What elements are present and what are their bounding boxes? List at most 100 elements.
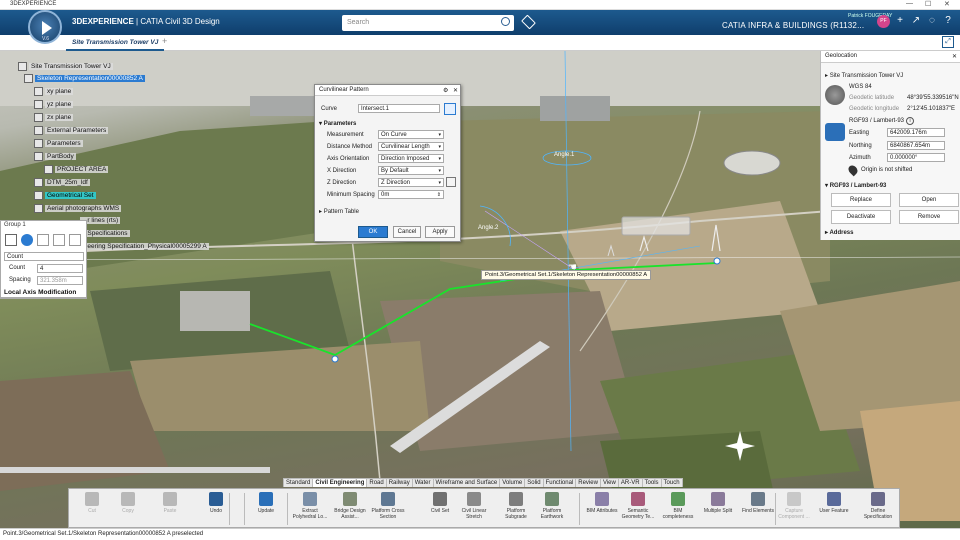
tree-root[interactable]: Site Transmission Tower VJ (18, 62, 113, 72)
tree-node-partbody[interactable]: PartBody (34, 152, 76, 162)
pause-icon[interactable] (21, 234, 33, 246)
help-icon[interactable]: ? (942, 15, 954, 27)
azimuth-input[interactable]: 0.000000° (887, 153, 945, 162)
tree-node-skeleton[interactable]: Skeleton Representation00000852 A (24, 74, 145, 84)
curve-selector-icon[interactable] (444, 103, 456, 115)
tree-node-geometrical-set[interactable]: Geometrical Set (34, 191, 96, 201)
apply-button[interactable]: Apply (425, 226, 455, 238)
tab-functional[interactable]: Functional (542, 478, 577, 487)
search-icon[interactable] (501, 17, 510, 26)
tree-node-project-area[interactable]: PROJECT AREA (44, 165, 109, 175)
close-icon[interactable]: ✕ (952, 53, 957, 60)
replace-button[interactable]: Replace (831, 193, 891, 207)
ok-button[interactable]: OK (358, 226, 388, 238)
tree-node-dtm[interactable]: DTM_25m_ldf (34, 178, 90, 188)
tree-node-external-parameters[interactable]: External Parameters (34, 126, 109, 136)
info-icon[interactable]: i (906, 117, 914, 125)
tab-standard[interactable]: Standard (283, 478, 314, 487)
tool-button-11[interactable]: Platform Earthwork (533, 492, 571, 520)
tool-button-12[interactable]: BIM Attributes (583, 492, 621, 514)
minimize-button[interactable]: — (906, 0, 913, 7)
pattern-icon[interactable] (53, 234, 65, 246)
tree-node-specifications[interactable]: ...Specifications (80, 229, 130, 239)
avatar[interactable]: PF (877, 15, 890, 28)
address-section[interactable]: ▸ Address (825, 229, 853, 236)
tool-button-3[interactable]: Undo (197, 492, 235, 514)
settings-icon[interactable]: ⚙ (443, 87, 448, 94)
3d-viewport[interactable]: Angle.1 Angle.2 ☚ (0, 51, 960, 528)
tab-road[interactable]: Road (366, 478, 387, 487)
tool-button-2[interactable]: Paste (151, 492, 189, 514)
close-icon[interactable]: ✕ (453, 87, 458, 94)
tool-button-6[interactable]: Bridge Design Assist... (331, 492, 369, 520)
plus-icon[interactable]: + (894, 15, 906, 27)
x-direction-select[interactable]: By Default ▾ (378, 166, 444, 175)
tool-button-13[interactable]: Semantic Geometry Te... (619, 492, 657, 520)
tool-button-18[interactable]: User Feature (815, 492, 853, 514)
maximize-button[interactable]: ☐ (925, 0, 931, 8)
tool-button-7[interactable]: Platform Cross Section (369, 492, 407, 520)
northing-input[interactable]: 6840867.654m (887, 141, 945, 150)
new-tab-button[interactable]: + (162, 36, 167, 46)
measurement-select[interactable]: On Curve ▾ (378, 130, 444, 139)
count-input[interactable]: 4 (37, 264, 83, 273)
tab-site-transmission-tower[interactable]: Site Transmission Tower VJ (66, 35, 165, 51)
tab-review[interactable]: Review (575, 478, 601, 487)
minimum-spacing-input[interactable]: 0m ⇕ (378, 190, 444, 199)
tab-wireframe-surface[interactable]: Wireframe and Surface (432, 478, 501, 487)
tab-solid[interactable]: Solid (524, 478, 544, 487)
remove-button[interactable]: Remove (899, 210, 959, 224)
tree-node-aerial-photographs[interactable]: Aerial photographs WMS (34, 204, 122, 214)
open-button[interactable]: Open (899, 193, 959, 207)
axis-orientation-select[interactable]: Direction Imposed ▾ (378, 154, 444, 163)
tab-civil-engineering[interactable]: Civil Engineering (312, 478, 368, 487)
tool-button-9[interactable]: Civil Linear Stretch (455, 492, 493, 520)
tool-button-4[interactable]: Update (247, 492, 285, 514)
tab-railway[interactable]: Railway (385, 478, 413, 487)
tool-button-16[interactable]: Find Elements (739, 492, 777, 514)
tree-node-xy-plane[interactable]: xy plane (34, 87, 74, 97)
fullscreen-icon[interactable]: ⤢ (942, 36, 954, 48)
crs-section[interactable]: ▾ RGF93 / Lambert-93 (825, 182, 886, 189)
tab-tools[interactable]: Tools (641, 478, 662, 487)
tab-water[interactable]: Water (411, 478, 434, 487)
axis-icon[interactable] (5, 234, 17, 246)
tool-button-15[interactable]: Multiple Split (699, 492, 737, 514)
tree-node-engineering-spec[interactable]: ...eering Specification_Physical00005299… (80, 242, 209, 252)
spacing-input[interactable]: 321.358m (37, 276, 83, 285)
tool-button-14[interactable]: BIM completeness (659, 492, 697, 520)
edit-icon[interactable] (69, 234, 81, 246)
compass-icon[interactable]: V.6 (28, 10, 62, 44)
parameters-section[interactable]: ▾ Parameters (319, 120, 356, 127)
tool-button-0[interactable]: Cut (73, 492, 111, 514)
tool-button-17[interactable]: Capture Component ... (775, 492, 813, 520)
tab-touch[interactable]: Touch (660, 478, 683, 487)
share-icon[interactable]: ↗ (910, 15, 922, 27)
tool-button-1[interactable]: Copy (109, 492, 147, 514)
tab-ar-vr[interactable]: AR-VR (617, 478, 643, 487)
curve-field[interactable]: Intersect.1 (358, 104, 440, 113)
tree-node-yz-plane[interactable]: yz plane (34, 100, 74, 110)
tab-view[interactable]: View (599, 478, 619, 487)
select-icon[interactable] (37, 234, 49, 246)
direction-picker-icon[interactable] (446, 177, 456, 187)
distance-method-select[interactable]: Curvilinear Length ▾ (378, 142, 444, 151)
local-axis-section[interactable]: Local Axis Modification (0, 288, 87, 298)
mode-select[interactable]: Count (4, 252, 84, 261)
deactivate-button[interactable]: Deactivate (831, 210, 891, 224)
tab-volume[interactable]: Volume (499, 478, 526, 487)
search-input[interactable]: Search (342, 15, 514, 31)
tool-button-8[interactable]: Civil Set (421, 492, 459, 514)
tool-button-10[interactable]: Platform Subgrade (497, 492, 535, 520)
z-direction-select[interactable]: Z Direction ▾ (378, 178, 444, 187)
cancel-button[interactable]: Cancel (393, 226, 421, 238)
tool-button-5[interactable]: Extract Polyhedral Lo... (291, 492, 329, 520)
tool-button-19[interactable]: Define Specification (859, 492, 897, 520)
stepper-icon[interactable]: ⇕ (437, 191, 441, 199)
tree-node-parameters[interactable]: Parameters (34, 139, 83, 149)
broadcast-icon[interactable]: ◌ (926, 15, 938, 27)
tree-node-zx-plane[interactable]: zx plane (34, 113, 74, 123)
close-window-button[interactable]: ✕ (944, 0, 950, 8)
easting-input[interactable]: 642009.176m (887, 128, 945, 137)
pattern-table-section[interactable]: ▸ Pattern Table (319, 208, 359, 215)
